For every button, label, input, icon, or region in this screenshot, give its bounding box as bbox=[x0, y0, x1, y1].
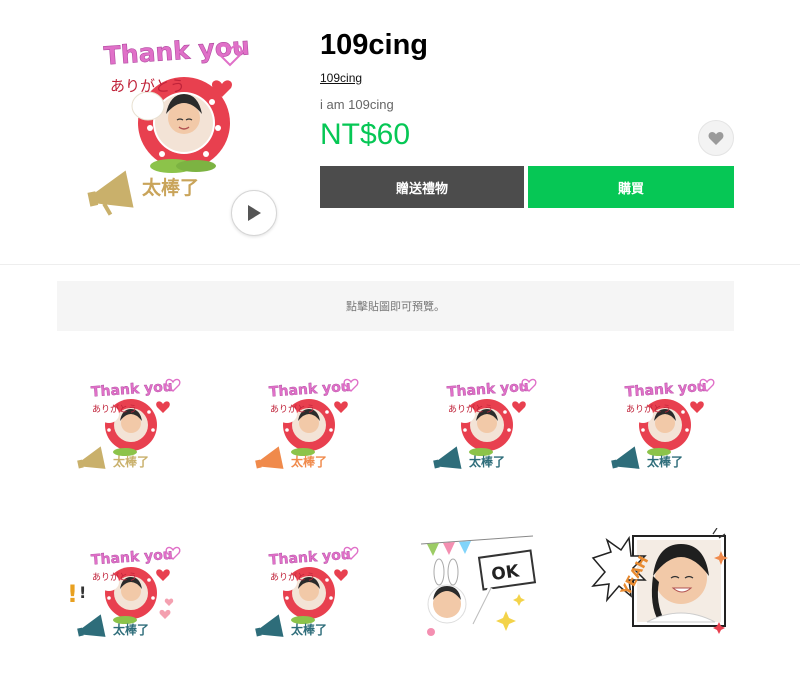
sticker-item[interactable]: Thank you ありがとう 太棒了 bbox=[591, 360, 731, 490]
buy-button[interactable]: 購買 bbox=[528, 166, 734, 208]
great-job-text: 太棒了 bbox=[142, 176, 199, 199]
svg-text:Thank you: Thank you bbox=[91, 547, 174, 569]
favorite-button[interactable] bbox=[698, 120, 734, 156]
svg-text:ありがとう: ありがとう bbox=[92, 403, 137, 415]
heart-icon bbox=[708, 131, 724, 145]
svg-text:太棒了: 太棒了 bbox=[469, 454, 505, 469]
product-info: 109cing 109cing i am 109cing NT$60 bbox=[320, 26, 734, 153]
sticker-item[interactable]: Thank you ありがとう 太棒了 bbox=[413, 360, 553, 490]
sticker-item[interactable]: YEAH bbox=[591, 528, 731, 658]
arigatou-text: ありがとう bbox=[110, 77, 185, 95]
product-header: Thank you ありがとう 太棒了 109cing 109cing i am… bbox=[0, 0, 800, 265]
sticker-item[interactable]: Thank you ありがとう 太棒了 bbox=[57, 360, 197, 490]
product-title: 109cing bbox=[320, 29, 428, 61]
svg-text:OK: OK bbox=[490, 561, 521, 585]
sticker-item[interactable]: Thank you ありがとう 太棒了 bbox=[235, 528, 375, 658]
svg-text:太棒了: 太棒了 bbox=[291, 454, 327, 469]
sticker-image: Thank you ありがとう 太棒了 bbox=[77, 379, 181, 469]
svg-text:ありがとう: ありがとう bbox=[270, 403, 315, 415]
main-sticker-art: Thank you ありがとう 太棒了 bbox=[87, 31, 251, 216]
product-price: NT$60 bbox=[320, 118, 411, 151]
preview-notice: 點擊貼圖即可預覽。 bbox=[57, 281, 734, 331]
sticker-image: Thank you ありがとう 太棒了 bbox=[433, 379, 537, 469]
sticker-image: OK bbox=[420, 535, 537, 636]
sticker-item[interactable]: Thank you ありがとう 太棒了 ! ! bbox=[57, 528, 197, 658]
svg-text:太棒了: 太棒了 bbox=[291, 622, 327, 637]
svg-text:!: ! bbox=[67, 580, 78, 608]
svg-text:ありがとう: ありがとう bbox=[92, 571, 137, 583]
sticker-image: Thank you ありがとう 太棒了 ! ! bbox=[67, 547, 181, 637]
svg-text:太棒了: 太棒了 bbox=[113, 454, 149, 469]
sticker-image: Thank you ありがとう 太棒了 bbox=[611, 379, 715, 469]
svg-text:Thank you: Thank you bbox=[625, 379, 708, 401]
svg-text:ありがとう: ありがとう bbox=[626, 403, 671, 415]
sticker-image: Thank you ありがとう 太棒了 bbox=[255, 379, 359, 469]
sticker-item[interactable]: OK bbox=[413, 528, 553, 658]
megaphone-icon bbox=[87, 170, 134, 216]
sticker-image: Thank you ありがとう 太棒了 bbox=[255, 547, 359, 637]
main-sticker-image[interactable]: Thank you ありがとう 太棒了 bbox=[80, 28, 260, 223]
svg-text:太棒了: 太棒了 bbox=[113, 622, 149, 637]
svg-text:!: ! bbox=[79, 583, 86, 602]
svg-text:Thank you: Thank you bbox=[269, 547, 352, 569]
play-preview-button[interactable] bbox=[231, 190, 277, 236]
play-icon bbox=[248, 205, 261, 221]
author-link[interactable]: 109cing bbox=[320, 71, 362, 85]
svg-text:ありがとう: ありがとう bbox=[448, 403, 493, 415]
gift-button[interactable]: 贈送禮物 bbox=[320, 166, 524, 208]
svg-text:Thank you: Thank you bbox=[91, 379, 174, 401]
svg-text:Thank you: Thank you bbox=[269, 379, 352, 401]
svg-text:太棒了: 太棒了 bbox=[647, 454, 683, 469]
sticker-item[interactable]: Thank you ありがとう 太棒了 bbox=[235, 360, 375, 490]
product-description: i am 109cing bbox=[320, 97, 394, 112]
svg-text:Thank you: Thank you bbox=[447, 379, 530, 401]
sticker-image: YEAH bbox=[591, 528, 728, 634]
svg-text:ありがとう: ありがとう bbox=[270, 571, 315, 583]
